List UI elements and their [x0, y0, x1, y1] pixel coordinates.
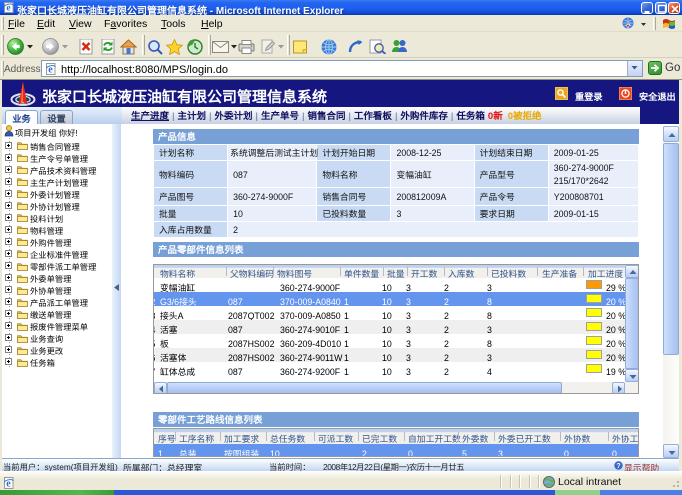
svg-text:?: ? [616, 461, 620, 470]
svg-text:e: e [6, 4, 10, 13]
